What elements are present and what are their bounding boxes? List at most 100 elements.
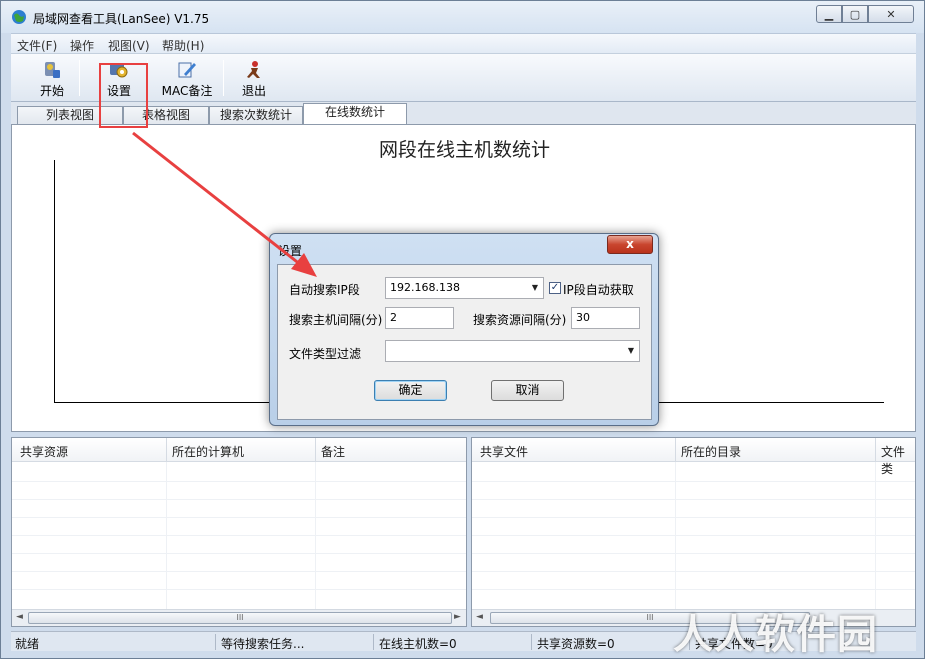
- scroll-thumb-grip: III: [236, 613, 244, 622]
- status-divider: [215, 634, 216, 650]
- grid-line: [166, 462, 167, 610]
- tab-search-count[interactable]: 搜索次数统计: [209, 106, 303, 125]
- globe-app-icon: [12, 10, 26, 24]
- title-bar: 局域网查看工具(LanSee) V1.75 ▁ ▢ ✕: [1, 1, 924, 33]
- grid-line: [12, 517, 466, 518]
- maximize-icon: ▢: [849, 7, 861, 21]
- auto-ip-checkbox-label[interactable]: IP段自动获取: [563, 281, 634, 298]
- toolbar-separator: [223, 60, 224, 96]
- column-header[interactable]: 共享资源: [20, 443, 68, 460]
- grid-line: [472, 481, 915, 482]
- menu-bar: 文件(F) 操作 视图(V) 帮助(H): [11, 33, 916, 53]
- start-button[interactable]: 开始: [35, 60, 69, 99]
- toolbar-separator: [79, 60, 80, 96]
- exit-runner-icon: [247, 61, 260, 78]
- res-interval-label: 搜索资源间隔(分): [473, 313, 567, 327]
- settings-dialog: 设置 x 自动搜索IP段 192.168.138 ▼ ✓ IP段自动获取 搜索主…: [269, 233, 659, 426]
- grid-line: [12, 499, 466, 500]
- dialog-close-button[interactable]: x: [607, 235, 653, 254]
- maximize-button[interactable]: ▢: [842, 5, 868, 23]
- column-header[interactable]: 所在的目录: [681, 443, 741, 460]
- shared-file-list[interactable]: 共享文件 所在的目录 文件类 ◄ III: [471, 437, 916, 627]
- status-shared-count: 共享资源数=0: [537, 637, 615, 651]
- shared-resource-list[interactable]: 共享资源 所在的计算机 备注 ◄ III ►: [11, 437, 467, 627]
- grid-line: [12, 535, 466, 536]
- res-interval-value: 30: [576, 311, 590, 324]
- filter-label: 文件类型过滤: [289, 347, 362, 361]
- column-divider[interactable]: [315, 438, 316, 462]
- cancel-button[interactable]: 取消: [491, 380, 564, 401]
- host-interval-input[interactable]: 2: [385, 307, 454, 329]
- close-icon: ✕: [886, 7, 896, 21]
- column-header[interactable]: 所在的计算机: [172, 443, 244, 460]
- grid-line: [12, 553, 466, 554]
- status-ready: 就绪: [15, 637, 40, 651]
- main-window: 局域网查看工具(LanSee) V1.75 ▁ ▢ ✕ 文件(F) 操作 视图(…: [0, 0, 925, 659]
- status-waiting: 等待搜索任务...: [221, 637, 305, 651]
- column-divider[interactable]: [875, 438, 876, 462]
- exit-label: 退出: [241, 84, 266, 98]
- scroll-thumb[interactable]: III: [28, 612, 452, 624]
- auto-ip-label: 自动搜索IP段: [289, 283, 360, 297]
- watermark-text: 人人软件园: [673, 612, 878, 658]
- start-label: 开始: [39, 84, 64, 98]
- dialog-close-icon: x: [626, 237, 634, 251]
- menu-help[interactable]: 帮助(H): [162, 37, 204, 54]
- list-header: 共享资源 所在的计算机 备注: [12, 438, 466, 462]
- menu-operate[interactable]: 操作: [70, 37, 94, 54]
- ok-button[interactable]: 确定: [374, 380, 447, 401]
- status-online-count: 在线主机数=0: [379, 637, 457, 651]
- ip-range-value: 192.168.138: [390, 281, 460, 294]
- menu-file[interactable]: 文件(F): [17, 37, 57, 54]
- minimize-icon: ▁: [824, 7, 834, 21]
- exit-button[interactable]: 退出: [237, 60, 271, 99]
- host-interval-label: 搜索主机间隔(分): [289, 313, 383, 327]
- minimize-button[interactable]: ▁: [816, 5, 842, 23]
- tab-online-count[interactable]: 在线数统计: [303, 103, 407, 125]
- res-interval-input[interactable]: 30: [571, 307, 640, 329]
- grid-line: [12, 481, 466, 482]
- column-header[interactable]: 备注: [321, 443, 345, 460]
- chart-title: 网段在线主机数统计: [378, 139, 550, 161]
- checkmark-icon: ✓: [550, 282, 560, 293]
- grid-line: [472, 553, 915, 554]
- auto-ip-checkbox[interactable]: ✓: [549, 282, 561, 294]
- column-header[interactable]: 文件类: [881, 443, 915, 477]
- start-icon: [45, 62, 60, 78]
- scroll-thumb-grip: III: [646, 613, 654, 622]
- scroll-left-icon[interactable]: ◄: [16, 612, 23, 622]
- chevron-down-icon[interactable]: ▼: [628, 341, 634, 361]
- grid-line: [12, 571, 466, 572]
- grid-line: [875, 462, 876, 610]
- grid-line: [472, 517, 915, 518]
- window-title: 局域网查看工具(LanSee) V1.75: [33, 12, 210, 26]
- column-header[interactable]: 共享文件: [480, 443, 528, 460]
- grid-line: [12, 589, 466, 590]
- close-button[interactable]: ✕: [868, 5, 914, 23]
- grid-line: [315, 462, 316, 610]
- list-header: 共享文件 所在的目录 文件类: [472, 438, 915, 476]
- note-edit-icon: [178, 62, 196, 78]
- horizontal-scrollbar[interactable]: ◄ III ►: [12, 609, 466, 626]
- ip-range-select[interactable]: 192.168.138 ▼: [385, 277, 544, 299]
- status-divider: [531, 634, 532, 650]
- chevron-down-icon[interactable]: ▼: [532, 278, 538, 298]
- status-divider: [373, 634, 374, 650]
- mac-note-label: MAC备注: [161, 84, 213, 98]
- host-interval-value: 2: [390, 311, 397, 324]
- scroll-left-icon[interactable]: ◄: [476, 612, 483, 622]
- file-type-filter-select[interactable]: ▼: [385, 340, 640, 362]
- mac-note-button[interactable]: MAC备注: [159, 60, 215, 99]
- grid-line: [472, 499, 915, 500]
- menu-view[interactable]: 视图(V): [108, 37, 150, 54]
- column-divider[interactable]: [166, 438, 167, 462]
- grid-line: [472, 589, 915, 590]
- chart-y-axis: [54, 160, 55, 402]
- settings-highlight-box: [99, 63, 148, 128]
- dialog-body: 自动搜索IP段 192.168.138 ▼ ✓ IP段自动获取 搜索主机间隔(分…: [277, 264, 652, 420]
- grid-line: [472, 571, 915, 572]
- scroll-right-icon[interactable]: ►: [454, 612, 461, 622]
- grid-line: [675, 462, 676, 610]
- column-divider[interactable]: [675, 438, 676, 462]
- dialog-title: 设置: [278, 244, 303, 258]
